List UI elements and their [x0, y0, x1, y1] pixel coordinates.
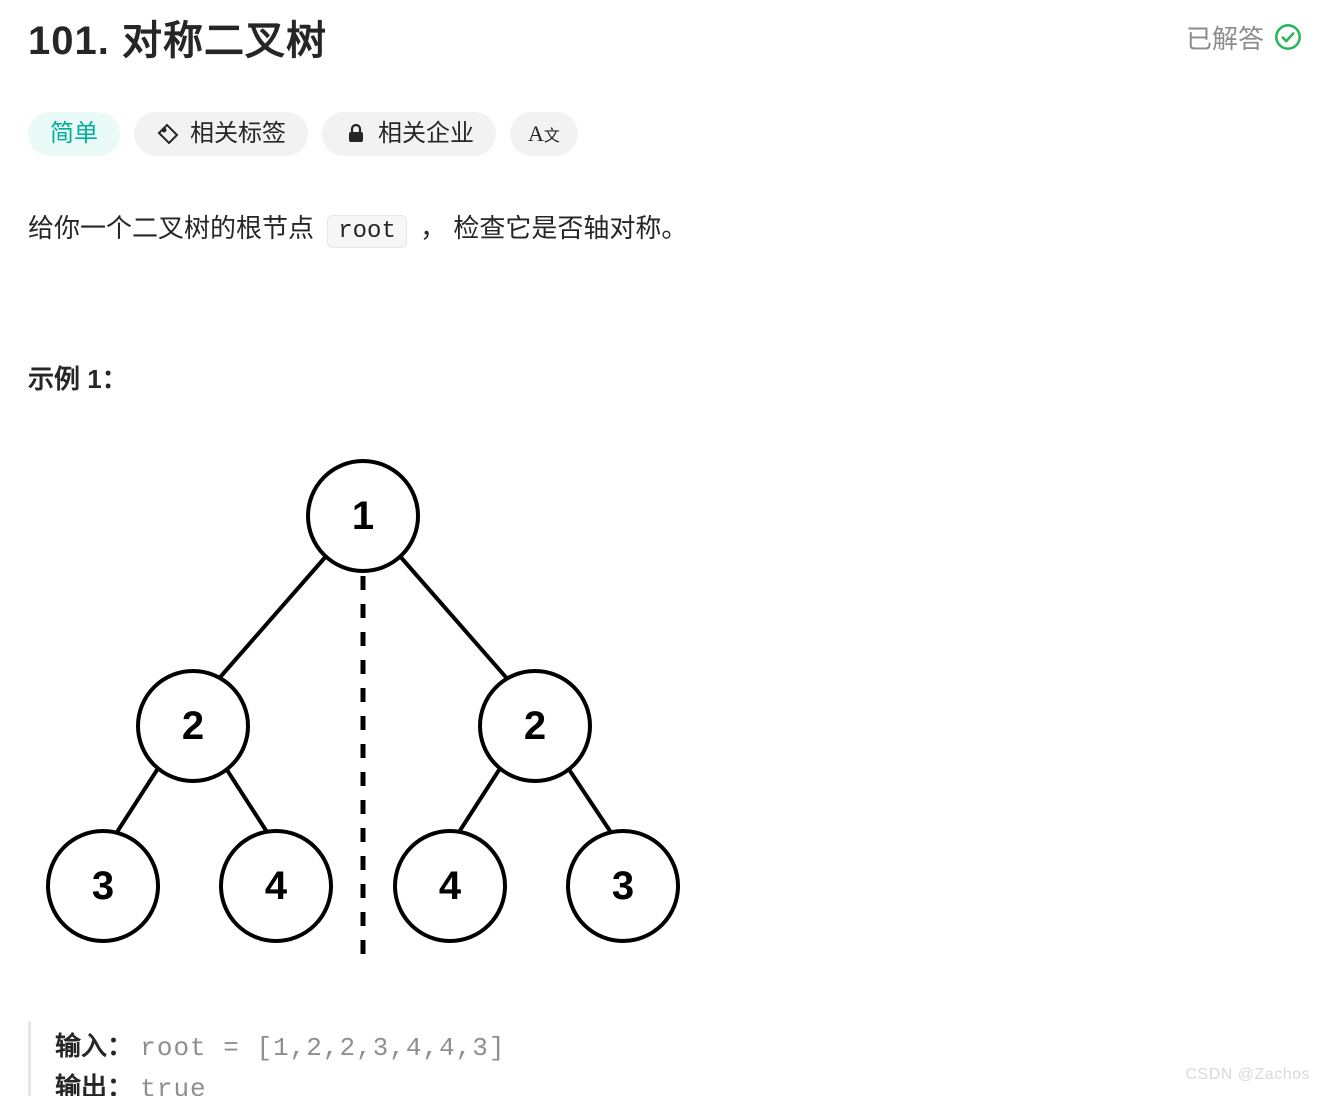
description-prefix: 给你一个二叉树的根节点 — [28, 213, 314, 243]
output-label: 输出： — [55, 1072, 133, 1096]
example-label: 示例 1： — [28, 359, 1302, 396]
difficulty-label: 简单 — [50, 122, 98, 146]
tree-node-6: 3 — [612, 864, 634, 908]
problem-description: 给你一个二叉树的根节点 root ， 检查它是否轴对称。 — [28, 210, 1302, 249]
example-input-row: 输入： root = [1,2,2,3,4,4,3] — [55, 1027, 1302, 1068]
tree-node-2: 2 — [524, 704, 546, 748]
header-row: 101. 对称二叉树 已解答 — [28, 0, 1302, 66]
tags-label: 相关标签 — [190, 122, 286, 146]
watermark: CSDN @Zachos — [1186, 1066, 1311, 1084]
example-io-block: 输入： root = [1,2,2,3,4,4,3] 输出： true — [28, 1021, 1302, 1096]
solved-status: 已解答 — [1186, 19, 1302, 56]
tags-pill[interactable]: 相关标签 — [134, 112, 308, 156]
input-label: 输入： — [55, 1031, 133, 1061]
difficulty-pill[interactable]: 简单 — [28, 112, 120, 156]
tree-node-4: 4 — [265, 864, 288, 908]
tree-diagram: 1 2 2 3 4 4 3 — [18, 446, 1302, 981]
translate-icon: A文 — [528, 123, 560, 145]
description-suffix: ， 检查它是否轴对称。 — [420, 213, 687, 243]
tag-icon — [156, 122, 180, 146]
output-value: true — [140, 1074, 206, 1096]
tree-node-0: 1 — [352, 494, 374, 538]
problem-title: 101. 对称二叉树 — [28, 8, 327, 66]
companies-pill[interactable]: 相关企业 — [322, 112, 496, 156]
lock-icon — [344, 122, 368, 146]
tree-node-1: 2 — [182, 704, 204, 748]
tree-node-3: 3 — [92, 864, 114, 908]
code-token-root: root — [327, 215, 407, 248]
input-value: root = [1,2,2,3,4,4,3] — [140, 1033, 505, 1063]
example-output-row: 输出： true — [55, 1068, 1302, 1096]
check-circle-icon — [1274, 23, 1302, 51]
solved-label: 已解答 — [1186, 19, 1264, 56]
pill-row: 简单 相关标签 相关企业 A文 — [28, 112, 1302, 156]
companies-label: 相关企业 — [378, 122, 474, 146]
tree-node-5: 4 — [439, 864, 462, 908]
translate-pill[interactable]: A文 — [510, 112, 578, 156]
problem-page: 101. 对称二叉树 已解答 简单 相关标签 — [0, 0, 1330, 1096]
